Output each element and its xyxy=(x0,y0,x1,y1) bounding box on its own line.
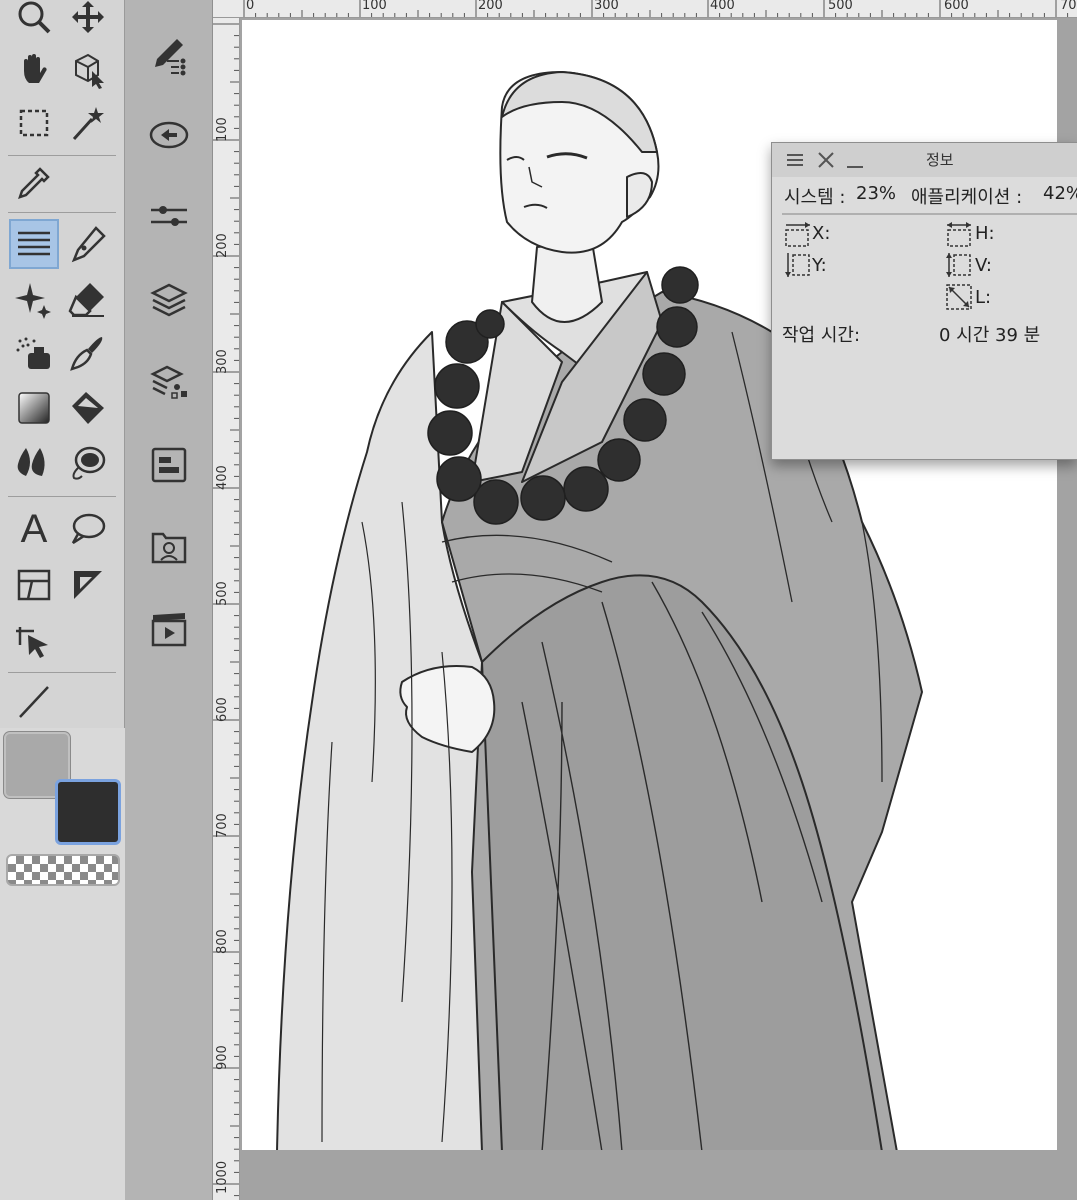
vertical-ruler: 100 200 300 400 500 600 700 800 900 1000 xyxy=(213,18,240,1200)
ruler-label: 800 xyxy=(215,929,230,954)
tool-palette: A xyxy=(0,0,125,1200)
system-usage-label: 시스템 : xyxy=(784,187,846,208)
auto-select-icon[interactable] xyxy=(63,98,113,148)
menu-icon[interactable] xyxy=(785,150,805,170)
app-usage-value: 42% xyxy=(1043,183,1077,204)
lasso-fill-icon[interactable] xyxy=(63,437,113,487)
sub-color-swatch[interactable] xyxy=(55,779,121,845)
palette-divider xyxy=(8,672,116,673)
minimize-icon[interactable] xyxy=(845,150,865,170)
info-panel-title: 정보 xyxy=(926,151,954,169)
animation-icon[interactable] xyxy=(144,604,194,654)
transfer-icon[interactable] xyxy=(144,110,194,160)
ruler-label: 900 xyxy=(215,1045,230,1070)
ruler-label: 400 xyxy=(215,465,230,490)
ruler-label: 500 xyxy=(215,581,230,606)
move-icon[interactable] xyxy=(63,0,113,42)
balloon-icon[interactable] xyxy=(63,504,113,554)
ruler-label: 100 xyxy=(215,117,230,142)
blend-icon[interactable] xyxy=(9,437,59,487)
l-label: L: xyxy=(975,287,992,308)
v-label: V: xyxy=(975,255,992,276)
ruler-label: 200 xyxy=(215,233,230,258)
y-coordinate-icon xyxy=(785,253,810,277)
vector-brush-icon[interactable] xyxy=(144,32,194,82)
info-panel-titlebar[interactable]: 정보 xyxy=(772,143,1077,177)
h-label: H: xyxy=(975,223,995,244)
gradient-icon[interactable] xyxy=(9,383,59,433)
character-icon[interactable] xyxy=(144,523,194,573)
info-divider xyxy=(782,213,1077,215)
navigator-icon[interactable] xyxy=(144,440,194,490)
app-usage-label: 애플리케이션 : xyxy=(911,187,1023,208)
palette-divider xyxy=(8,212,116,213)
ruler-label: 200 xyxy=(478,0,503,13)
command-bar xyxy=(125,0,213,1200)
ruler-label: 0 xyxy=(246,0,255,13)
system-usage-value: 23% xyxy=(856,183,897,204)
ruler-label: 600 xyxy=(944,0,969,13)
ruler-label: 1000 xyxy=(215,1160,230,1194)
ruler-label: 70 xyxy=(1060,0,1077,13)
ruler-icon[interactable] xyxy=(63,560,113,610)
fill-icon[interactable] xyxy=(63,383,113,433)
text-icon[interactable]: A xyxy=(9,504,59,554)
x-coordinate-icon xyxy=(785,222,810,247)
palette-divider xyxy=(8,155,116,156)
rect-select-icon[interactable] xyxy=(9,98,59,148)
zoom-icon[interactable] xyxy=(9,0,59,42)
operation-icon[interactable] xyxy=(9,614,59,664)
height-icon xyxy=(947,222,971,247)
ruler-label: 100 xyxy=(362,0,387,13)
ruler-label: 600 xyxy=(215,697,230,722)
brush-icon[interactable] xyxy=(63,328,113,378)
decoration-icon[interactable] xyxy=(9,274,59,324)
eyedropper-icon[interactable] xyxy=(9,158,59,208)
eraser-icon[interactable] xyxy=(63,274,113,324)
vertical-icon xyxy=(946,253,971,277)
airbrush-icon[interactable] xyxy=(9,328,59,378)
close-icon[interactable] xyxy=(816,150,836,170)
y-label: Y: xyxy=(812,255,827,276)
text-tool-glyph: A xyxy=(20,507,48,551)
ruler-label: 700 xyxy=(215,813,230,838)
object-select-icon[interactable] xyxy=(63,44,113,94)
x-label: X: xyxy=(812,223,831,244)
horizontal-ruler: 0 100 200 300 400 500 600 70 xyxy=(213,0,1077,18)
palette-divider xyxy=(8,496,116,497)
transparent-color-swatch[interactable] xyxy=(6,854,120,886)
adjust-icon[interactable] xyxy=(144,193,194,243)
length-icon xyxy=(946,284,972,310)
line-icon[interactable] xyxy=(9,676,59,726)
pen-icon[interactable] xyxy=(63,219,113,269)
ruler-label: 300 xyxy=(594,0,619,13)
layers-icon[interactable] xyxy=(144,276,194,326)
work-time-label: 작업 시간: xyxy=(782,325,861,346)
material-icon[interactable] xyxy=(144,358,194,408)
hatch-pen-icon[interactable] xyxy=(9,219,59,269)
ruler-label: 400 xyxy=(710,0,735,13)
info-panel[interactable]: 정보 시스템 : 23% 애플리케이션 : 42% X: Y: H: V: L:… xyxy=(771,142,1077,460)
ruler-label: 300 xyxy=(215,349,230,374)
work-time-value: 0 시간 39 분 xyxy=(939,325,1041,346)
frame-border-icon[interactable] xyxy=(9,560,59,610)
hand-icon[interactable] xyxy=(9,44,59,94)
ruler-label: 500 xyxy=(828,0,853,13)
